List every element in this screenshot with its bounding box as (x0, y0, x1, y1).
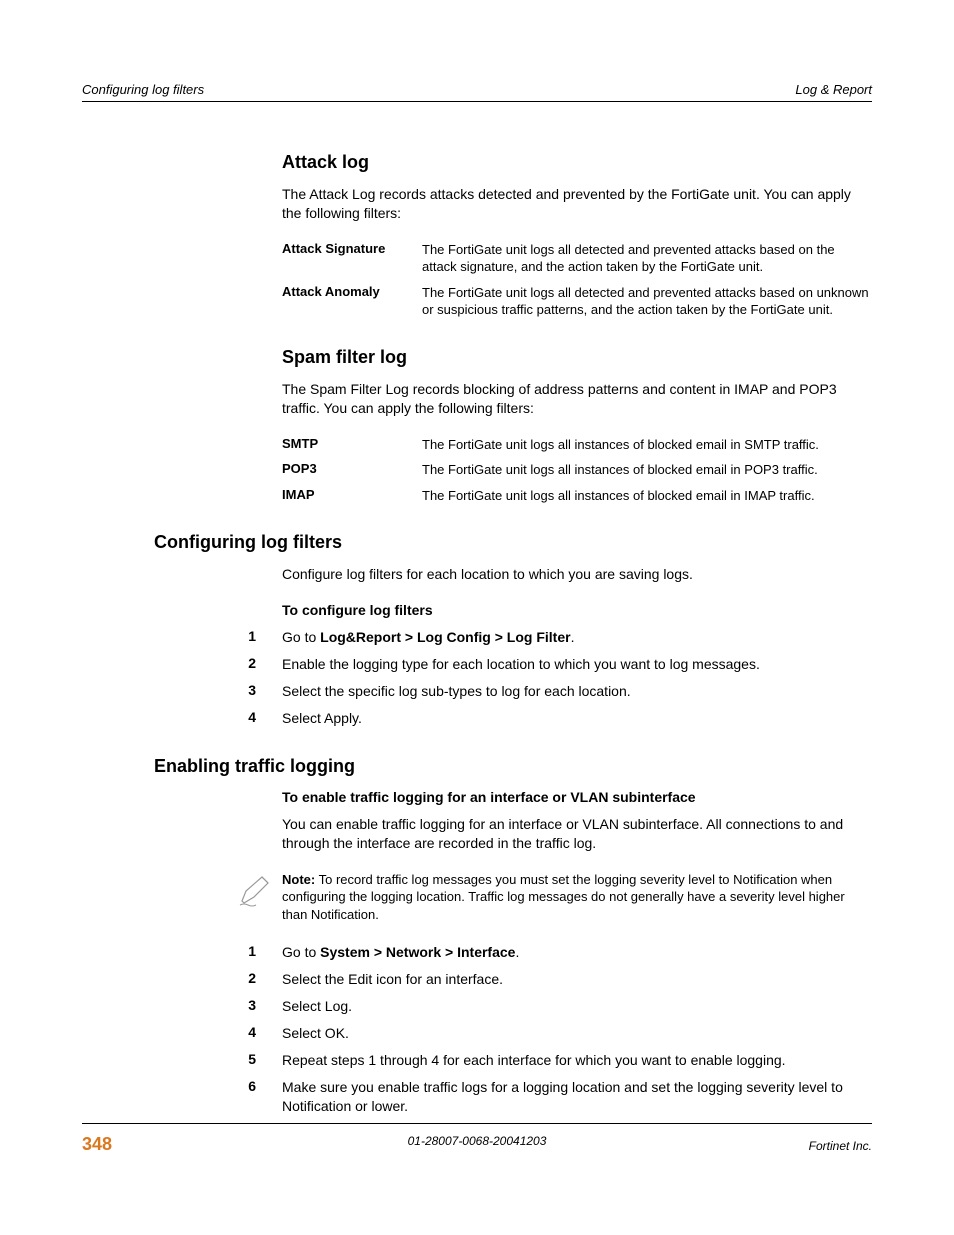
filter-label: POP3 (282, 461, 422, 479)
running-header: Configuring log filters Log & Report (82, 82, 872, 102)
page-footer: 348 01-28007-0068-20041203 Fortinet Inc. (82, 1123, 872, 1155)
list-item: 3 Select the specific log sub-types to l… (282, 682, 872, 701)
list-item: 1 Go to System > Network > Interface. (282, 943, 872, 962)
step-text: Go to System > Network > Interface. (282, 943, 872, 962)
list-item: 2 Enable the logging type for each locat… (282, 655, 872, 674)
configuring-title: Configuring log filters (154, 532, 872, 553)
document-id: 01-28007-0068-20041203 (408, 1134, 547, 1148)
step-number: 1 (226, 943, 256, 962)
filter-desc: The FortiGate unit logs all instances of… (422, 461, 872, 479)
attack-log-title: Attack log (282, 152, 872, 173)
note-text: Note: To record traffic log messages you… (282, 871, 872, 924)
filter-label: Attack Anomaly (282, 284, 422, 319)
step-text: Select OK. (282, 1024, 872, 1043)
list-item: 1 Go to Log&Report > Log Config > Log Fi… (282, 628, 872, 647)
note-pencil-icon (236, 873, 276, 911)
step-text: Enable the logging type for each locatio… (282, 655, 872, 674)
page-number: 348 (82, 1134, 112, 1155)
step-number: 2 (226, 655, 256, 674)
configuring-intro: Configure log filters for each location … (282, 565, 872, 584)
traffic-subhead: To enable traffic logging for an interfa… (282, 789, 872, 805)
step-text: Go to Log&Report > Log Config > Log Filt… (282, 628, 872, 647)
config-steps: 1 Go to Log&Report > Log Config > Log Fi… (282, 628, 872, 728)
filter-label: Attack Signature (282, 241, 422, 276)
traffic-intro: You can enable traffic logging for an in… (282, 815, 872, 853)
step-number: 1 (226, 628, 256, 647)
table-row: POP3 The FortiGate unit logs all instanc… (282, 461, 872, 479)
list-item: 6 Make sure you enable traffic logs for … (282, 1078, 872, 1116)
attack-filter-table: Attack Signature The FortiGate unit logs… (282, 241, 872, 319)
table-row: Attack Anomaly The FortiGate unit logs a… (282, 284, 872, 319)
list-item: 2 Select the Edit icon for an interface. (282, 970, 872, 989)
list-item: 4 Select OK. (282, 1024, 872, 1043)
note-block: Note: To record traffic log messages you… (236, 871, 872, 924)
step-number: 3 (226, 997, 256, 1016)
step-text: Repeat steps 1 through 4 for each interf… (282, 1051, 872, 1070)
list-item: 3 Select Log. (282, 997, 872, 1016)
table-row: SMTP The FortiGate unit logs all instanc… (282, 436, 872, 454)
step-number: 4 (226, 1024, 256, 1043)
list-item: 5 Repeat steps 1 through 4 for each inte… (282, 1051, 872, 1070)
step-number: 2 (226, 970, 256, 989)
filter-desc: The FortiGate unit logs all instances of… (422, 436, 872, 454)
filter-desc: The FortiGate unit logs all detected and… (422, 284, 872, 319)
spam-filter-table: SMTP The FortiGate unit logs all instanc… (282, 436, 872, 505)
step-text: Select the specific log sub-types to log… (282, 682, 872, 701)
company-name: Fortinet Inc. (809, 1139, 872, 1153)
step-text: Select Log. (282, 997, 872, 1016)
filter-desc: The FortiGate unit logs all instances of… (422, 487, 872, 505)
header-left: Configuring log filters (82, 82, 204, 97)
step-number: 5 (226, 1051, 256, 1070)
header-right: Log & Report (795, 82, 872, 97)
traffic-title: Enabling traffic logging (154, 756, 872, 777)
step-number: 6 (226, 1078, 256, 1116)
step-text: Select Apply. (282, 709, 872, 728)
config-subhead: To configure log filters (282, 602, 872, 618)
table-row: Attack Signature The FortiGate unit logs… (282, 241, 872, 276)
filter-label: SMTP (282, 436, 422, 454)
spam-filter-intro: The Spam Filter Log records blocking of … (282, 380, 872, 418)
attack-log-intro: The Attack Log records attacks detected … (282, 185, 872, 223)
list-item: 4 Select Apply. (282, 709, 872, 728)
step-text: Make sure you enable traffic logs for a … (282, 1078, 872, 1116)
spam-filter-title: Spam filter log (282, 347, 872, 368)
traffic-steps: 1 Go to System > Network > Interface. 2 … (282, 943, 872, 1115)
step-number: 4 (226, 709, 256, 728)
step-number: 3 (226, 682, 256, 701)
table-row: IMAP The FortiGate unit logs all instanc… (282, 487, 872, 505)
filter-desc: The FortiGate unit logs all detected and… (422, 241, 872, 276)
step-text: Select the Edit icon for an interface. (282, 970, 872, 989)
filter-label: IMAP (282, 487, 422, 505)
